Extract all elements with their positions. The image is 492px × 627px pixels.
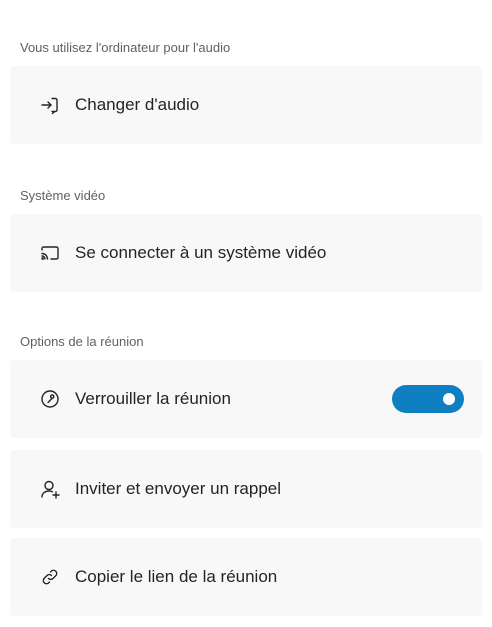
copy-meeting-link-label: Copier le lien de la réunion bbox=[75, 567, 278, 586]
add-person-icon bbox=[39, 478, 61, 500]
change-audio-label: Changer d'audio bbox=[75, 95, 200, 114]
meeting-options-panel: Vous utilisez l'ordinateur pour l'audio … bbox=[0, 0, 492, 627]
invite-send-reminder-label: Inviter et envoyer un rappel bbox=[75, 479, 282, 498]
change-audio-button[interactable]: Changer d'audio bbox=[10, 66, 482, 144]
connect-video-system-label: Se connecter à un système vidéo bbox=[75, 243, 327, 262]
cast-icon bbox=[39, 242, 61, 264]
lock-icon bbox=[39, 388, 61, 410]
invite-send-reminder-button[interactable]: Inviter et envoyer un rappel bbox=[10, 450, 482, 528]
lock-meeting-toggle[interactable] bbox=[392, 385, 464, 413]
copy-meeting-link-button[interactable]: Copier le lien de la réunion bbox=[10, 538, 482, 616]
lock-meeting-label: Verrouiller la réunion bbox=[75, 389, 231, 408]
audio-switch-icon bbox=[39, 94, 61, 116]
video-section-header: Système vidéo bbox=[20, 188, 106, 203]
lock-meeting-row[interactable]: Verrouiller la réunion bbox=[10, 360, 482, 438]
audio-section-header: Vous utilisez l'ordinateur pour l'audio bbox=[20, 40, 231, 55]
link-icon bbox=[39, 566, 61, 588]
toggle-knob bbox=[443, 393, 455, 405]
meeting-options-section-header: Options de la réunion bbox=[20, 334, 144, 349]
connect-video-system-button[interactable]: Se connecter à un système vidéo bbox=[10, 214, 482, 292]
